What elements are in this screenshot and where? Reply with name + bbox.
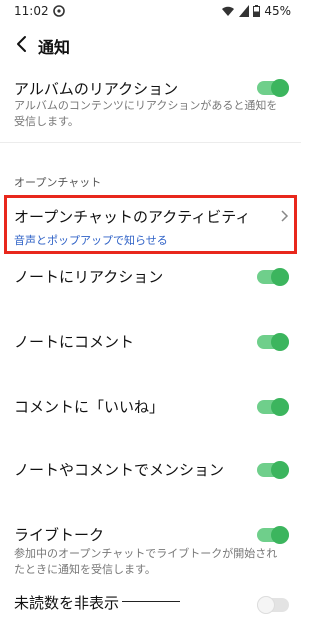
toggle-live-talk[interactable] bbox=[257, 526, 289, 544]
setting-row-hide-unread[interactable]: 未読数を非表示 bbox=[0, 590, 301, 620]
setting-label: ノートにコメント bbox=[14, 333, 135, 351]
setting-row-openchat-activity[interactable]: オープンチャットのアクティビティ 音声とポップアップで知らせる bbox=[0, 198, 301, 252]
setting-sublabel: 音声とポップアップで知らせる bbox=[14, 234, 168, 247]
setting-label: ノートやコメントでメンション bbox=[14, 461, 225, 479]
status-bar: 11:02 45% bbox=[0, 0, 301, 24]
setting-label: 未読数を非表示 bbox=[14, 594, 120, 612]
signal-icon bbox=[239, 5, 250, 17]
toggle-note-comment[interactable] bbox=[257, 333, 289, 351]
setting-label: アルバムのリアクション bbox=[14, 80, 179, 98]
toggle-knob bbox=[271, 526, 289, 544]
setting-row-note-reaction[interactable]: ノートにリアクション bbox=[0, 264, 301, 294]
setting-label: ノートにリアクション bbox=[14, 268, 164, 286]
status-right: 45% bbox=[221, 4, 291, 18]
app-status-icon bbox=[53, 5, 65, 17]
toggle-comment-like[interactable] bbox=[257, 398, 289, 416]
toggle-mention[interactable] bbox=[257, 461, 289, 479]
toggle-knob bbox=[271, 461, 289, 479]
setting-label: オープンチャットのアクティビティ bbox=[14, 208, 251, 226]
toggle-knob bbox=[271, 79, 289, 97]
setting-row-note-comment[interactable]: ノートにコメント bbox=[0, 329, 301, 359]
page-title: 通知 bbox=[38, 38, 71, 57]
toggle-note-reaction[interactable] bbox=[257, 268, 289, 286]
back-arrow-icon[interactable] bbox=[14, 34, 30, 54]
setting-row-comment-like[interactable]: コメントに「いいね」 bbox=[0, 394, 301, 424]
section-divider bbox=[0, 142, 301, 143]
annotation-line bbox=[122, 601, 180, 602]
toggle-knob bbox=[271, 333, 289, 351]
app-header: 通知 bbox=[0, 28, 301, 62]
chevron-right-icon bbox=[281, 210, 289, 222]
setting-row-mention[interactable]: ノートやコメントでメンション bbox=[0, 457, 301, 487]
toggle-knob bbox=[271, 398, 289, 416]
wifi-icon bbox=[222, 6, 235, 16]
toggle-knob bbox=[271, 268, 289, 286]
setting-description: アルバムのコンテンツにリアクションがあると通知を受信します。 bbox=[14, 99, 278, 128]
battery-percent: 45% bbox=[264, 4, 291, 18]
section-header-openchat: オープンチャット bbox=[14, 176, 102, 189]
toggle-album-reaction[interactable] bbox=[257, 79, 289, 97]
toggle-knob bbox=[257, 596, 275, 614]
battery-icon bbox=[253, 5, 261, 17]
setting-label: コメントに「いいね」 bbox=[14, 398, 165, 416]
toggle-hide-unread[interactable] bbox=[257, 596, 289, 614]
setting-row-album-reaction[interactable]: アルバムのリアクション アルバムのコンテンツにリアクションがあると通知を受信しま… bbox=[0, 74, 301, 134]
setting-description: 参加中のオープンチャットでライブトークが開始されたときに通知を受信します。 bbox=[14, 547, 278, 576]
status-time: 11:02 bbox=[14, 4, 49, 18]
setting-label: ライブトーク bbox=[14, 526, 105, 544]
setting-row-live-talk[interactable]: ライブトーク 参加中のオープンチャットでライブトークが開始されたときに通知を受信… bbox=[0, 522, 301, 582]
